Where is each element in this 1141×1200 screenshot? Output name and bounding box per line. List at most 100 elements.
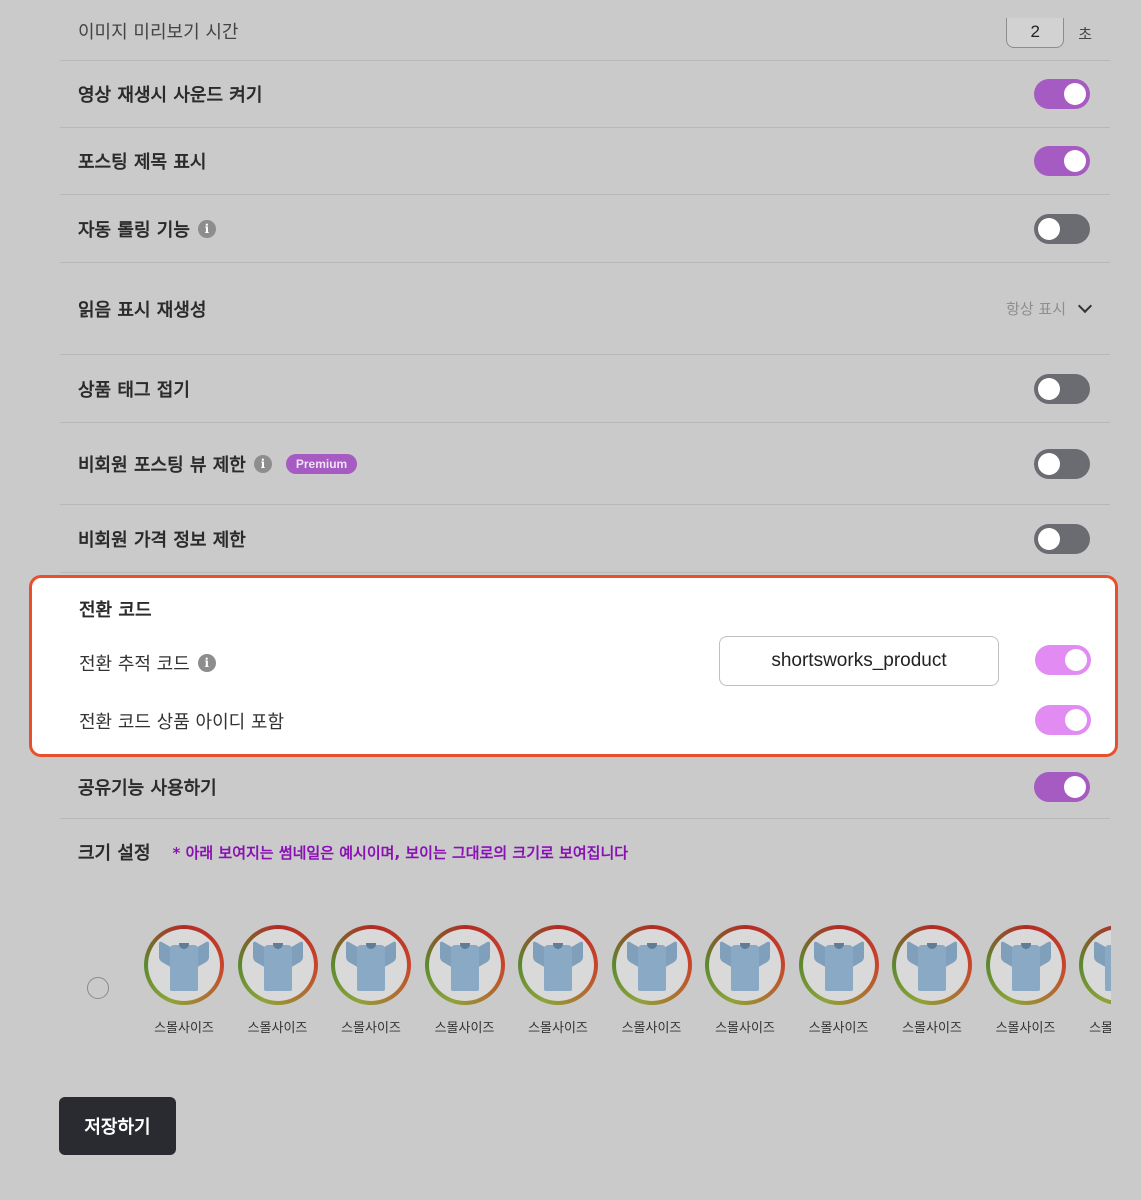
shirt-thumbnail-image: [802, 929, 875, 1001]
preview-time-input[interactable]: 2: [1006, 18, 1065, 48]
chevron-down-icon: [1077, 298, 1093, 314]
thumbnail-item[interactable]: 스몰사이즈: [611, 925, 692, 1036]
toggle-knob: [1038, 452, 1060, 475]
thumbnail-ring: [798, 925, 879, 1005]
row-read-indicator: 읽음 표시 재생성 항상 표시: [60, 263, 1110, 355]
thumbnail-caption: 스몰사이즈: [808, 1021, 869, 1036]
thumbnail-caption: 스몰사이즈: [995, 1021, 1056, 1036]
video-sound-label: 영상 재생시 사운드 켜기: [78, 85, 263, 106]
size-setting-label: 크기 설정: [78, 843, 151, 864]
guest-price-limit-toggle[interactable]: [1034, 523, 1090, 554]
guest-view-label-wrap: 비회원 포스팅 뷰 제한 i Premium: [78, 451, 358, 477]
thumbnail-item[interactable]: 스몰사이즈: [518, 925, 598, 1036]
thumbnail-caption: 스몰사이즈: [341, 1021, 401, 1036]
info-icon[interactable]: i: [197, 654, 216, 672]
shirt-thumbnail-image: [1083, 929, 1111, 1001]
toggle-knob: [1038, 217, 1060, 240]
thumbnail-item[interactable]: 스몰사이즈: [237, 925, 318, 1036]
premium-badge: Premium: [285, 453, 358, 474]
shirt-thumbnail-image: [335, 929, 407, 1001]
row-video-sound: 영상 재생시 사운드 켜기: [60, 61, 1110, 128]
thumbnail-item[interactable]: 스몰사이즈: [144, 925, 224, 1036]
thumbnail-item[interactable]: 스몰사이즈: [985, 925, 1066, 1036]
thumbnail-strip: 스몰사이즈 스몰사이즈 스몰사이즈 스몰사이즈 스몰사이즈 스몰사이즈 스몰사이즈 스몰사이즈…: [0, 925, 1111, 1045]
thumbnail-item[interactable]: 스몰사이즈: [424, 925, 505, 1036]
conversion-include-id-toggle[interactable]: [1035, 705, 1091, 735]
save-button[interactable]: 저장하기: [59, 1097, 176, 1155]
info-icon[interactable]: i: [253, 454, 272, 473]
thumbnail-item[interactable]: 스몰사이즈: [892, 925, 972, 1036]
toggle-knob: [1064, 150, 1086, 172]
thumbnail-ring: [985, 925, 1066, 1005]
info-icon[interactable]: i: [197, 219, 216, 238]
toggle-knob: [1065, 709, 1087, 731]
thumbnail-item[interactable]: 스몰사이즈: [705, 925, 785, 1036]
thumbnail-caption: 스몰사이즈: [715, 1021, 775, 1036]
video-sound-toggle[interactable]: [1034, 79, 1090, 109]
toggle-knob: [1038, 377, 1060, 400]
thumbnail-ring: [611, 925, 692, 1005]
row-guest-price-limit: 비회원 가격 정보 제한: [60, 505, 1110, 573]
posting-title-label: 포스팅 제목 표시: [78, 152, 207, 173]
thumbnail-item[interactable]: 스몰사이즈: [1079, 925, 1111, 1036]
conversion-tracking-label: 전환 추적 코드: [79, 654, 190, 675]
thumbnail-ring: [237, 925, 318, 1005]
row-posting-title: 포스팅 제목 표시: [60, 128, 1110, 195]
guest-view-limit-label: 비회원 포스팅 뷰 제한: [78, 454, 246, 476]
thumbnail-item[interactable]: 스몰사이즈: [798, 925, 879, 1036]
share-toggle[interactable]: [1034, 771, 1090, 802]
toggle-knob: [1065, 649, 1087, 671]
thumbnail-ring: [705, 925, 785, 1005]
shirt-thumbnail-image: [148, 929, 220, 1001]
read-indicator-select[interactable]: 항상 표시: [1006, 298, 1093, 319]
auto-rolling-label-wrap: 자동 롤링 기능 i: [78, 216, 216, 242]
thumbnail-ring: [144, 925, 224, 1005]
toggle-knob: [1064, 83, 1086, 105]
thumbnail-caption: 스몰사이즈: [154, 1021, 214, 1036]
auto-rolling-label: 자동 롤링 기능: [78, 219, 190, 241]
shirt-thumbnail-image: [989, 929, 1062, 1001]
shirt-thumbnail-image: [615, 929, 688, 1001]
size-setting-note: * 아래 보여지는 썸네일은 예시이며, 보이는 그대로의 크기로 보여집니다: [172, 843, 629, 862]
tag-fold-label: 상품 태그 접기: [78, 379, 190, 401]
shirt-thumbnail-image: [896, 929, 968, 1001]
auto-rolling-toggle[interactable]: [1034, 213, 1090, 244]
row-auto-rolling: 자동 롤링 기능 i: [60, 195, 1110, 263]
row-tag-fold: 상품 태그 접기: [60, 355, 1110, 423]
thumbnail-caption: 스몰사이즈: [902, 1021, 962, 1036]
shirt-thumbnail-image: [241, 929, 314, 1001]
row-guest-view-limit: 비회원 포스팅 뷰 제한 i Premium: [60, 423, 1110, 505]
share-label: 공유기능 사용하기: [78, 777, 217, 799]
size-setting-header: 크기 설정 * 아래 보여지는 썸네일은 예시이며, 보이는 그대로의 크기로 …: [60, 819, 1110, 865]
conversion-title: 전환 코드: [79, 600, 152, 621]
read-indicator-value: 항상 표시: [1006, 300, 1066, 318]
thumbnail-caption: 스몰사이즈: [247, 1021, 308, 1036]
thumbnail-caption: 스몰사이즈: [621, 1021, 682, 1036]
thumbnail-caption: 스몰사이즈: [528, 1021, 588, 1036]
conversion-tracking-input[interactable]: [719, 636, 999, 686]
preview-time-unit: 초: [1078, 24, 1092, 43]
row-preview-time: 이미지 미리보기 시간 2 초: [60, 0, 1110, 61]
shirt-thumbnail-image: [428, 929, 501, 1001]
thumbnail-ring: [892, 925, 972, 1005]
thumbnail-ring: [518, 925, 598, 1005]
posting-title-toggle[interactable]: [1034, 146, 1090, 176]
conversion-include-id-row: 전환 코드 상품 아이디 포함: [79, 708, 284, 734]
thumbnail-caption: 스몰사이즈: [434, 1021, 495, 1036]
tag-fold-toggle[interactable]: [1034, 373, 1090, 404]
shirt-thumbnail-image: [709, 929, 781, 1001]
conversion-code-panel: 전환 코드 전환 추적 코드 i 전환 코드 상품 아이디 포함: [29, 575, 1118, 757]
conversion-tracking-toggle[interactable]: [1035, 645, 1091, 675]
thumbnail-ring: [1079, 925, 1111, 1005]
read-indicator-label: 읽음 표시 재생성: [78, 299, 207, 321]
thumbnail-ring: [424, 925, 505, 1005]
shirt-thumbnail-image: [522, 929, 594, 1001]
conversion-tracking-row: 전환 추적 코드 i: [79, 650, 216, 676]
thumbnail-item[interactable]: 스몰사이즈: [331, 925, 411, 1036]
guest-view-limit-toggle[interactable]: [1034, 448, 1090, 479]
conversion-include-id-label: 전환 코드 상품 아이디 포함: [79, 712, 285, 733]
row-share: 공유기능 사용하기: [60, 755, 1110, 819]
thumbnail-caption: 스몰사이즈: [1089, 1021, 1111, 1036]
thumbnail-ring: [331, 925, 411, 1005]
preview-time-label: 이미지 미리보기 시간: [78, 22, 239, 43]
